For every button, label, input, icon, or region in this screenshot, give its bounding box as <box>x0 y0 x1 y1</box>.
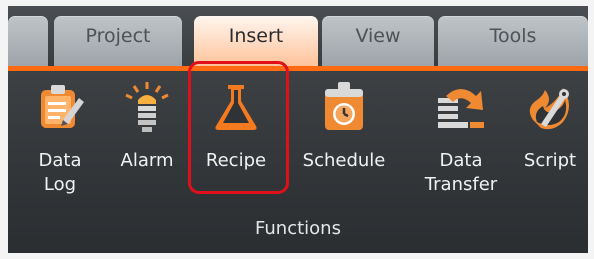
data-transfer-button[interactable]: Data Transfer <box>416 76 506 206</box>
schedule-label: Schedule <box>302 150 386 171</box>
application-window: Project Insert View Tools Data Log Alarm… <box>0 0 594 259</box>
data-log-icon <box>41 85 84 128</box>
tab-project[interactable]: Project <box>54 16 182 66</box>
recipe-highlight-box <box>188 61 289 194</box>
script-icon <box>529 88 569 130</box>
schedule-button[interactable]: Schedule <box>292 76 396 206</box>
schedule-icon <box>325 82 363 130</box>
tab-partial-left[interactable] <box>8 16 48 66</box>
tab-insert[interactable]: Insert <box>194 16 318 66</box>
tab-view[interactable]: View <box>322 16 434 66</box>
data-log-label: Data Log <box>38 150 82 195</box>
data-transfer-label: Data Transfer <box>424 150 498 195</box>
script-label: Script <box>523 150 577 171</box>
script-button[interactable]: Script <box>514 76 586 206</box>
alarm-button[interactable]: Alarm <box>112 76 182 206</box>
data-log-button[interactable]: Data Log <box>30 76 90 206</box>
alarm-label: Alarm <box>120 150 174 171</box>
ribbon-tab-strip: Project Insert View Tools <box>8 6 588 66</box>
data-transfer-icon <box>438 89 484 128</box>
functions-group-label: Functions <box>255 218 341 239</box>
alarm-icon <box>125 82 169 132</box>
tab-tools[interactable]: Tools <box>438 16 588 66</box>
